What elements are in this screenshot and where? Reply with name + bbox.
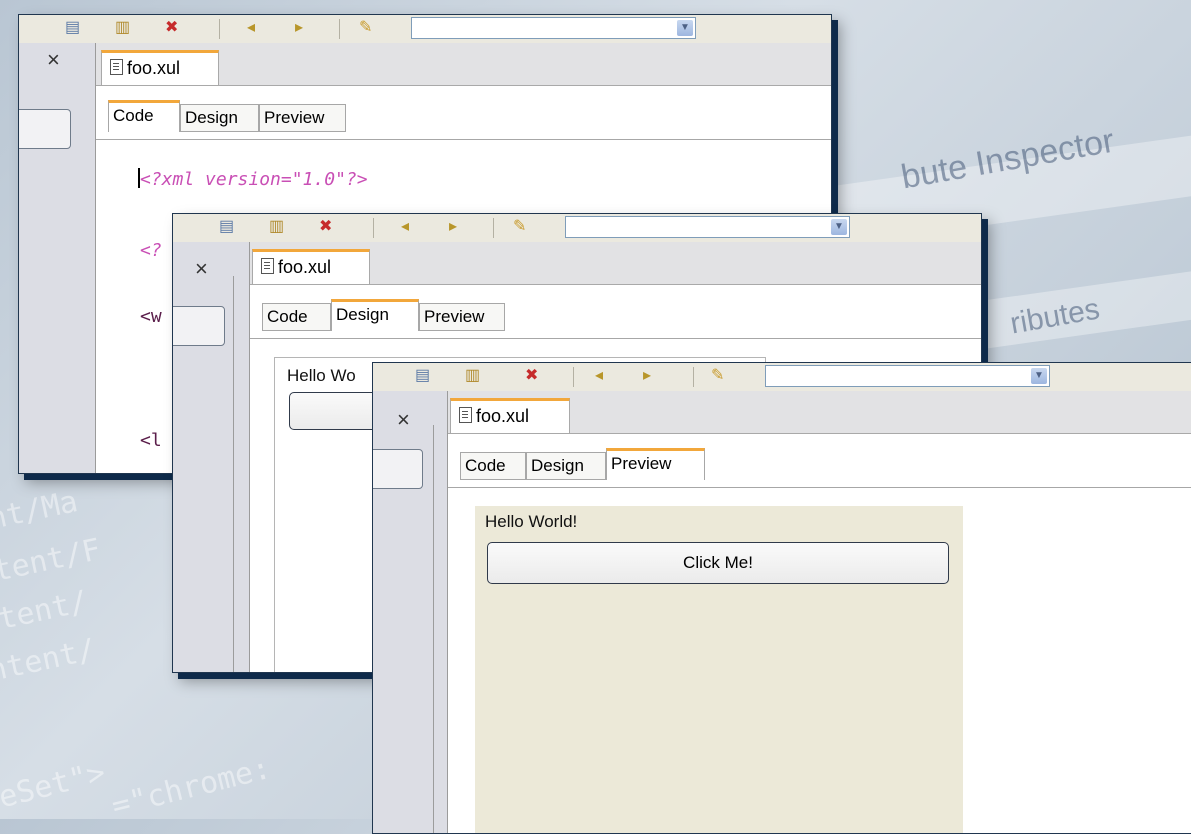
- hello-label[interactable]: Hello Wo: [287, 366, 356, 386]
- toolbar-separator: [493, 218, 494, 238]
- tab-preview[interactable]: Preview: [606, 448, 705, 480]
- chevron-down-icon: ▼: [1031, 368, 1047, 384]
- close-icon[interactable]: ×: [195, 256, 208, 282]
- bg-code-fragment: ntent/F: [0, 532, 104, 593]
- arrow-left-icon[interactable]: ◂: [401, 217, 409, 237]
- arrow-right-icon[interactable]: ▸: [643, 366, 651, 386]
- code-line[interactable]: <?: [140, 240, 162, 261]
- chevron-down-icon: ▼: [831, 219, 847, 235]
- toolbar-separator: [219, 19, 220, 39]
- toolbar: ▤ ▥ ✖ ◂ ▸ ✎ ▼: [373, 363, 1191, 392]
- tab-divider: [448, 487, 1191, 488]
- bg-code-fragment: ntent/: [0, 584, 91, 641]
- arrow-left-icon[interactable]: ◂: [247, 18, 255, 38]
- code-line[interactable]: <?xml version="1.0"?>: [138, 168, 368, 190]
- tab-code[interactable]: Code: [108, 100, 180, 132]
- hello-world-label: Hello World!: [485, 512, 578, 531]
- tab-preview[interactable]: Preview: [419, 303, 505, 331]
- code-line[interactable]: <l: [140, 430, 162, 451]
- left-panel: ×: [373, 391, 448, 833]
- tab-divider: [250, 338, 981, 339]
- split-icon[interactable]: ▥: [465, 366, 480, 386]
- preview-view-window: ▤ ▥ ✖ ◂ ▸ ✎ ▼ × foo.xul Code Design Prev…: [372, 362, 1191, 834]
- left-panel: ×: [173, 242, 250, 672]
- toolbar-separator: [573, 367, 574, 387]
- left-panel: ×: [19, 43, 96, 473]
- doc-tab-label: foo.xul: [278, 257, 332, 277]
- document-icon: [261, 258, 274, 274]
- panel-divider: [433, 425, 434, 833]
- toolbar: ▤ ▥ ✖ ◂ ▸ ✎ ▼: [19, 15, 831, 44]
- editor-content: Code Design Preview Hello World! Click M…: [448, 433, 1191, 833]
- close-icon[interactable]: ×: [397, 407, 410, 433]
- document-icon: [110, 59, 123, 75]
- pencil-icon[interactable]: ✎: [711, 366, 724, 386]
- panel-button[interactable]: [373, 449, 423, 489]
- toolbar-dropdown[interactable]: ▼: [565, 216, 850, 238]
- bg-code-fragment: ontent/: [0, 632, 99, 693]
- delete-icon[interactable]: ✖: [319, 217, 332, 237]
- tab-code[interactable]: Code: [262, 303, 331, 331]
- editor-area: foo.xul Code Design Preview Hello World!…: [448, 391, 1191, 833]
- tab-design[interactable]: Design: [180, 104, 259, 132]
- toolbar-dropdown[interactable]: ▼: [411, 17, 696, 39]
- tab-design[interactable]: Design: [331, 299, 419, 331]
- doc-tab-foo-xul[interactable]: foo.xul: [450, 398, 570, 434]
- view-icon[interactable]: ▤: [65, 18, 80, 38]
- tab-code[interactable]: Code: [460, 452, 526, 480]
- pencil-icon[interactable]: ✎: [513, 217, 526, 237]
- pencil-icon[interactable]: ✎: [359, 18, 372, 38]
- tab-preview[interactable]: Preview: [259, 104, 346, 132]
- panel-button[interactable]: [19, 109, 71, 149]
- click-me-button[interactable]: Click Me!: [487, 542, 949, 584]
- arrow-right-icon[interactable]: ▸: [449, 217, 457, 237]
- close-icon[interactable]: ×: [47, 47, 60, 73]
- tab-divider: [96, 139, 831, 140]
- split-icon[interactable]: ▥: [269, 217, 284, 237]
- panel-button[interactable]: [173, 306, 225, 346]
- bg-code-fragment: ent/Ma: [0, 484, 81, 541]
- panel-divider: [233, 276, 234, 672]
- toolbar-separator: [339, 19, 340, 39]
- arrow-right-icon[interactable]: ▸: [295, 18, 303, 38]
- bg-code-fragment: ="chrome:: [108, 750, 275, 825]
- toolbar-dropdown[interactable]: ▼: [765, 365, 1050, 387]
- view-icon[interactable]: ▤: [415, 366, 430, 386]
- toolbar-separator: [693, 367, 694, 387]
- doc-tab-label: foo.xul: [476, 406, 530, 426]
- doc-tab-label: foo.xul: [127, 58, 181, 78]
- toolbar: ▤ ▥ ✖ ◂ ▸ ✎ ▼: [173, 214, 981, 243]
- doc-tab-foo-xul[interactable]: foo.xul: [252, 249, 370, 285]
- view-icon[interactable]: ▤: [219, 217, 234, 237]
- toolbar-separator: [373, 218, 374, 238]
- chevron-down-icon: ▼: [677, 20, 693, 36]
- split-icon[interactable]: ▥: [115, 18, 130, 38]
- code-text: <?xml version="1.0"?>: [140, 169, 368, 190]
- document-icon: [459, 407, 472, 423]
- code-line[interactable]: <w: [140, 306, 162, 327]
- doc-tab-foo-xul[interactable]: foo.xul: [101, 50, 219, 86]
- tab-design[interactable]: Design: [526, 452, 606, 480]
- arrow-left-icon[interactable]: ◂: [595, 366, 603, 386]
- preview-canvas: Hello World! Click Me!: [475, 506, 963, 833]
- bg-code-fragment: leSet">: [0, 755, 109, 820]
- delete-icon[interactable]: ✖: [525, 366, 538, 386]
- delete-icon[interactable]: ✖: [165, 18, 178, 38]
